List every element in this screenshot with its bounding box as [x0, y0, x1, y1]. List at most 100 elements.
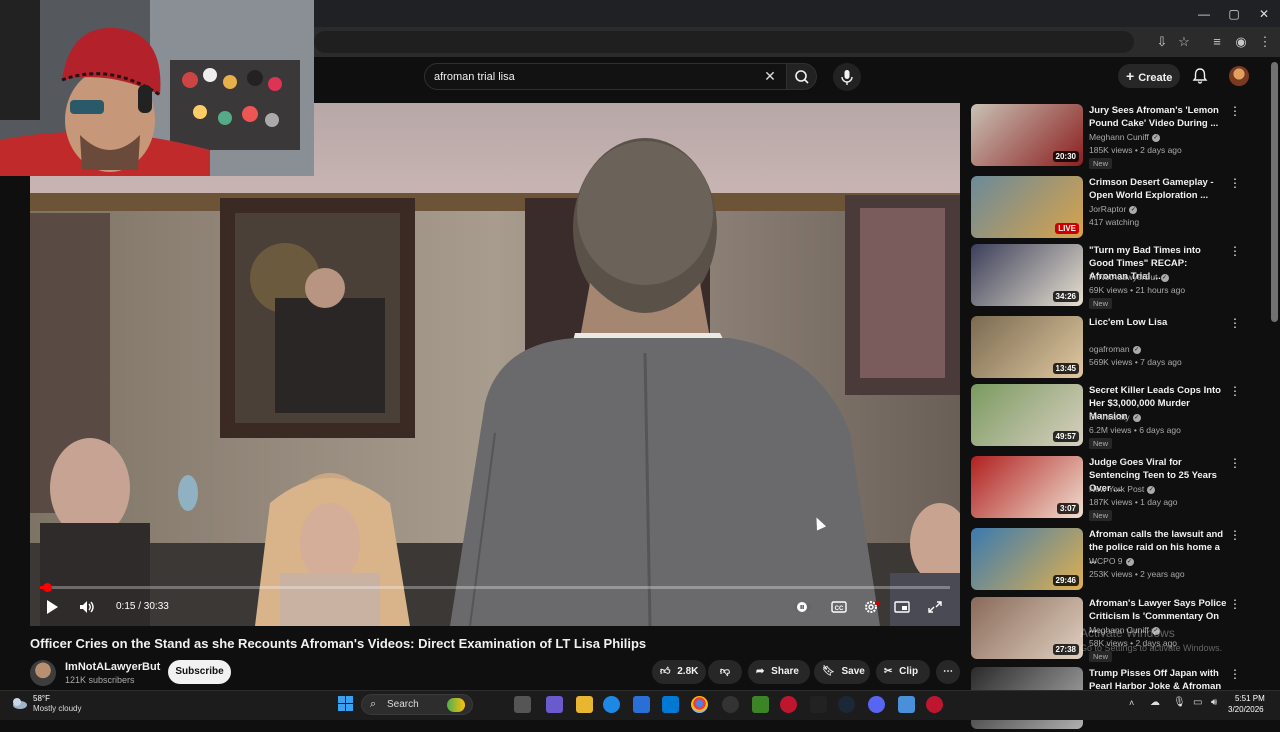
play-button[interactable]: [44, 599, 60, 615]
video-thumbnail[interactable]: 13:45: [971, 316, 1083, 378]
duration-badge: 27:38: [1052, 644, 1079, 655]
start-button[interactable]: [337, 695, 354, 712]
channel-avatar[interactable]: [30, 660, 56, 686]
recommendation-channel[interactable]: ogafroman ✓: [1089, 344, 1141, 354]
taskbar-search[interactable]: ⌕ Search: [361, 694, 473, 715]
clip-button[interactable]: ✂ Clip: [876, 660, 930, 684]
recommendation-item[interactable]: 34:26 "Turn my Bad Times into Good Times"…: [971, 244, 1251, 309]
new-badge: New: [1089, 298, 1113, 309]
miniplayer-button[interactable]: [893, 599, 911, 615]
captions-button[interactable]: CC: [830, 599, 848, 615]
more-vertical-icon[interactable]: ⋮: [1229, 667, 1241, 681]
more-vertical-icon[interactable]: ⋮: [1229, 456, 1241, 470]
more-vertical-icon[interactable]: ⋮: [1229, 597, 1241, 611]
video-thumbnail[interactable]: 34:26: [971, 244, 1083, 306]
notifications-button[interactable]: [1190, 66, 1210, 86]
recommendation-item[interactable]: 20:30 Jury Sees Afroman's 'Lemon Pound Ca…: [971, 104, 1251, 169]
minecraft-icon[interactable]: [752, 696, 769, 713]
recommendation-item[interactable]: 3:07 Judge Goes Viral for Sentencing Teen…: [971, 456, 1251, 521]
scrollbar-thumb[interactable]: [1271, 62, 1278, 322]
recommendation-item[interactable]: LIVE Crimson Desert Gameplay - Open World…: [971, 176, 1251, 241]
profile-icon[interactable]: ◉: [1232, 33, 1250, 51]
widgets-app-icon[interactable]: [546, 696, 563, 713]
create-button[interactable]: + Create: [1118, 64, 1180, 88]
video-thumbnail[interactable]: 27:38: [971, 597, 1083, 659]
video-thumbnail[interactable]: LIVE: [971, 176, 1083, 238]
search-button[interactable]: [787, 63, 817, 90]
fullscreen-button[interactable]: [926, 599, 944, 615]
autoplay-toggle[interactable]: [793, 599, 813, 615]
more-vertical-icon[interactable]: ⋮: [1229, 316, 1241, 330]
more-actions-button[interactable]: ⋯: [936, 660, 960, 684]
volume-tray-icon[interactable]: 🔊︎: [1211, 697, 1217, 708]
verified-icon: ✓: [1151, 133, 1160, 142]
duration-badge: 49:57: [1052, 431, 1079, 442]
duration-badge: 20:30: [1052, 151, 1079, 162]
maximize-button[interactable]: ▢: [1220, 4, 1248, 24]
address-bar[interactable]: [314, 31, 1134, 53]
recommendation-channel[interactable]: Dr Insanity ✓: [1089, 412, 1141, 422]
more-vertical-icon[interactable]: ⋮: [1229, 176, 1241, 190]
subscribe-button[interactable]: Subscribe: [168, 660, 231, 684]
obs-icon[interactable]: [722, 696, 739, 713]
video-thumbnail[interactable]: 20:30: [971, 104, 1083, 166]
volume-button[interactable]: [78, 599, 96, 615]
file-explorer-icon[interactable]: [576, 696, 593, 713]
bookmark-star-icon[interactable]: ☆: [1175, 33, 1193, 51]
more-vertical-icon[interactable]: ⋮: [1229, 104, 1241, 118]
recommendation-title[interactable]: Licc'em Low Lisa: [1089, 316, 1227, 329]
recommendation-title[interactable]: Crimson Desert Gameplay - Open World Exp…: [1089, 176, 1227, 202]
save-button[interactable]: 🔖︎ Save: [814, 660, 870, 684]
chrome-icon[interactable]: [691, 696, 708, 713]
network-icon[interactable]: ☁: [1150, 697, 1160, 708]
edge-browser-icon[interactable]: [603, 696, 620, 713]
more-vertical-icon[interactable]: ⋮: [1229, 384, 1241, 398]
recommendation-channel[interactable]: ImNotALawyerBut ✓: [1089, 272, 1169, 282]
app-red-2-icon[interactable]: [926, 696, 943, 713]
capcut-icon[interactable]: [810, 696, 827, 713]
notepad-icon[interactable]: [898, 696, 915, 713]
more-vertical-icon[interactable]: ⋮: [1229, 528, 1241, 542]
video-player[interactable]: [30, 103, 960, 626]
channel-label: WCPO 9: [1089, 556, 1123, 566]
task-view-icon[interactable]: [514, 696, 531, 713]
steam-icon[interactable]: [838, 696, 855, 713]
recommendation-item[interactable]: 29:46 Afroman calls the lawsuit and the p…: [971, 528, 1251, 593]
clear-search-icon[interactable]: ✕: [762, 68, 778, 84]
recommendation-channel[interactable]: JorRaptor ✓: [1089, 204, 1138, 214]
discord-icon[interactable]: [868, 696, 885, 713]
media-control-icon[interactable]: ≡: [1208, 33, 1226, 51]
recommendation-title[interactable]: Jury Sees Afroman's 'Lemon Pound Cake' V…: [1089, 104, 1227, 130]
settings-button[interactable]: [862, 599, 880, 615]
store-icon[interactable]: [633, 696, 650, 713]
account-avatar[interactable]: [1229, 66, 1249, 86]
microphone-tray-icon[interactable]: 🎙︎: [1173, 697, 1186, 708]
install-app-icon[interactable]: ⇩: [1153, 33, 1171, 51]
search-input[interactable]: [434, 68, 754, 86]
video-thumbnail[interactable]: 49:57: [971, 384, 1083, 446]
app-red-icon[interactable]: [780, 696, 797, 713]
channel-name[interactable]: ImNotALawyerBut: [65, 661, 160, 673]
outlook-icon[interactable]: [662, 696, 679, 713]
close-window-button[interactable]: ✕: [1250, 4, 1278, 24]
like-button[interactable]: 👍︎ 2.8K: [652, 660, 706, 684]
tray-overflow-icon[interactable]: ˄: [1129, 698, 1134, 708]
display-tray-icon[interactable]: ▭: [1193, 697, 1202, 708]
recommendation-item[interactable]: 49:57 Secret Killer Leads Cops Into Her $…: [971, 384, 1251, 449]
more-vertical-icon[interactable]: ⋮: [1229, 244, 1241, 258]
clock-time[interactable]: 5:51 PM: [1235, 694, 1265, 703]
share-button[interactable]: ➦ Share: [748, 660, 810, 684]
minimize-button[interactable]: —: [1190, 4, 1218, 24]
dislike-button[interactable]: 👎︎: [708, 660, 742, 684]
recommendation-channel[interactable]: New York Post ✓: [1089, 484, 1156, 494]
weather-icon[interactable]: [10, 695, 28, 711]
video-thumbnail[interactable]: 3:07: [971, 456, 1083, 518]
video-thumbnail[interactable]: 29:46: [971, 528, 1083, 590]
recommendation-item[interactable]: 13:45 Licc'em Low Lisa ogafroman ✓ 569K view…: [971, 316, 1251, 381]
recommendation-channel[interactable]: WCPO 9 ✓: [1089, 556, 1134, 566]
browser-menu-icon[interactable]: ⋮: [1256, 33, 1274, 51]
voice-search-button[interactable]: [833, 63, 861, 91]
recommendation-channel[interactable]: Meghann Cuniff ✓: [1089, 132, 1160, 142]
clock-date[interactable]: 3/20/2026: [1228, 705, 1264, 714]
progress-bar[interactable]: [40, 586, 950, 589]
